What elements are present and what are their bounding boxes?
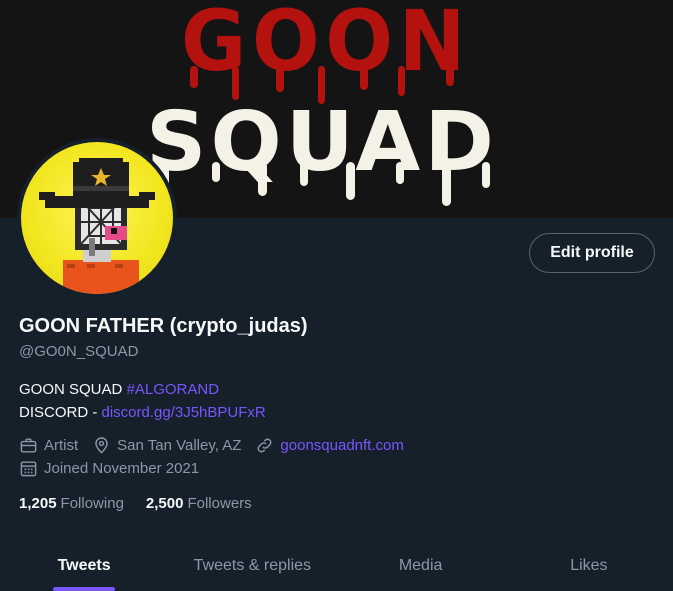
avatar-image	[21, 142, 173, 294]
location-pin-icon	[92, 436, 111, 455]
hashtag-link[interactable]: #ALGORAND	[127, 381, 220, 398]
tab-label: Tweets & replies	[193, 556, 312, 574]
profile-location: San Tan Valley, AZ	[92, 436, 241, 455]
followers-label: Followers	[187, 495, 252, 512]
active-tab-indicator	[53, 587, 116, 591]
tab-label: Likes	[570, 556, 608, 574]
profile-tabs: Tweets Tweets & replies Media Likes	[0, 540, 673, 591]
follow-stats: 1,205 Following 2,500 Followers	[19, 495, 274, 512]
edit-profile-button[interactable]: Edit profile	[529, 233, 655, 273]
bio-text: GOON SQUAD	[19, 381, 127, 398]
calendar-icon	[19, 459, 38, 478]
tab-media[interactable]: Media	[337, 540, 505, 591]
profile-handle: @GO0N_SQUAD	[19, 343, 139, 360]
profile-website: goonsquadnft.com	[255, 436, 404, 455]
tab-likes[interactable]: Likes	[505, 540, 673, 591]
briefcase-icon	[19, 436, 38, 455]
following-count: 1,205	[19, 495, 57, 512]
tab-label: Tweets	[57, 556, 111, 574]
bio-line-2: DISCORD - discord.gg/3J5hBPUFxR	[19, 401, 266, 424]
profile-bio: GOON SQUAD #ALGORAND DISCORD - discord.g…	[19, 378, 266, 424]
link-icon	[255, 436, 274, 455]
following-label: Following	[60, 495, 124, 512]
banner-goon-text: GOON	[181, 0, 471, 90]
discord-link[interactable]: discord.gg/3J5hBPUFxR	[102, 404, 266, 421]
tab-tweets-replies[interactable]: Tweets & replies	[168, 540, 336, 591]
followers-link[interactable]: 2,500 Followers	[146, 495, 252, 512]
website-link[interactable]: goonsquadnft.com	[280, 437, 403, 454]
profile-joined-row: Joined November 2021	[19, 459, 213, 478]
bio-line-1: GOON SQUAD #ALGORAND	[19, 378, 266, 401]
category-label: Artist	[44, 437, 79, 454]
tab-tweets[interactable]: Tweets	[0, 540, 168, 591]
followers-count: 2,500	[145, 495, 184, 512]
following-link[interactable]: 1,205 Following	[19, 495, 124, 512]
location-label: San Tan Valley, AZ	[117, 437, 242, 454]
profile-category: Artist	[19, 436, 78, 455]
pixel-goon-character	[39, 158, 155, 294]
joined-label: Joined November 2021	[44, 460, 200, 477]
tab-label: Media	[398, 556, 443, 574]
avatar[interactable]	[17, 138, 177, 298]
profile-meta-row: Artist San Tan Valley, AZ goonsquadnft.c…	[19, 436, 418, 455]
bio-discord-label: DISCORD -	[19, 404, 102, 421]
profile-name: GOON FATHER (crypto_judas)	[19, 315, 308, 337]
profile-joined: Joined November 2021	[19, 459, 199, 478]
